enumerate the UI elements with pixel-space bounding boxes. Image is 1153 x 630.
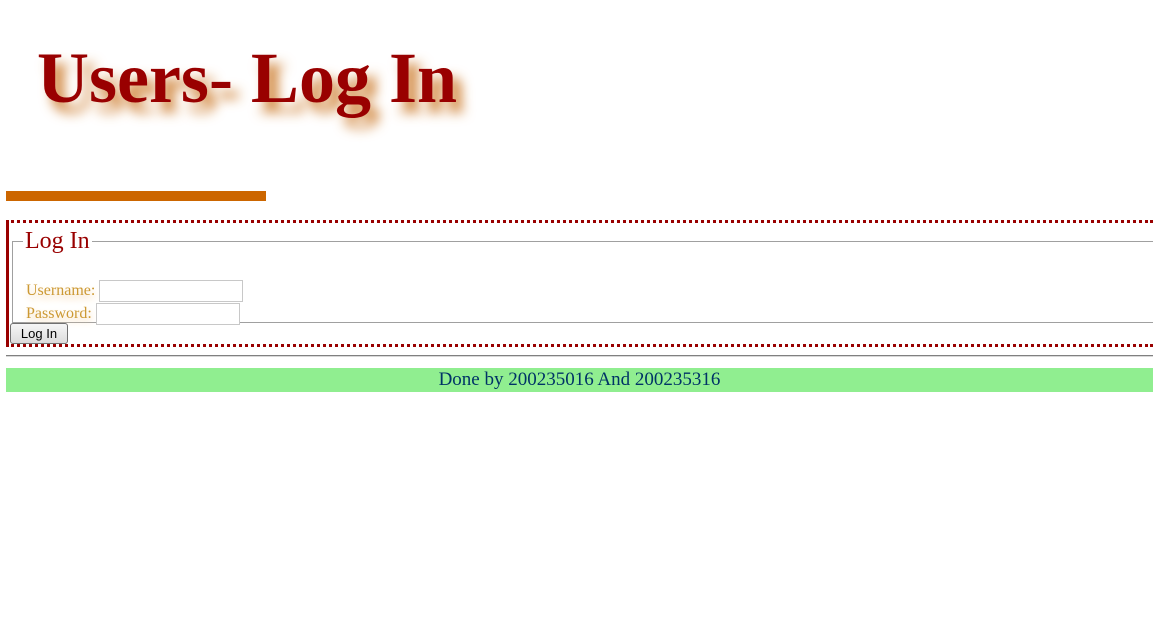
page: Users- Log In Log In Username: Password:… [0, 0, 1153, 630]
login-button[interactable]: Log In [10, 323, 68, 344]
password-input[interactable] [95, 303, 240, 325]
password-label: Password: [26, 305, 92, 322]
accent-bar [6, 191, 266, 201]
username-row: Username: [26, 280, 244, 302]
login-legend: Log In [25, 228, 90, 254]
login-section: Log In Username: Password: Log In [6, 220, 1153, 347]
username-label: Username: [26, 282, 96, 299]
password-row: Password: [26, 303, 240, 325]
footer-credits: Done by 200235016 And 200235316 [6, 368, 1153, 392]
username-input[interactable] [99, 280, 244, 302]
divider [6, 355, 1153, 357]
login-fieldset: Log In Username: Password: [12, 228, 1153, 325]
page-title: Users- Log In [37, 38, 458, 118]
